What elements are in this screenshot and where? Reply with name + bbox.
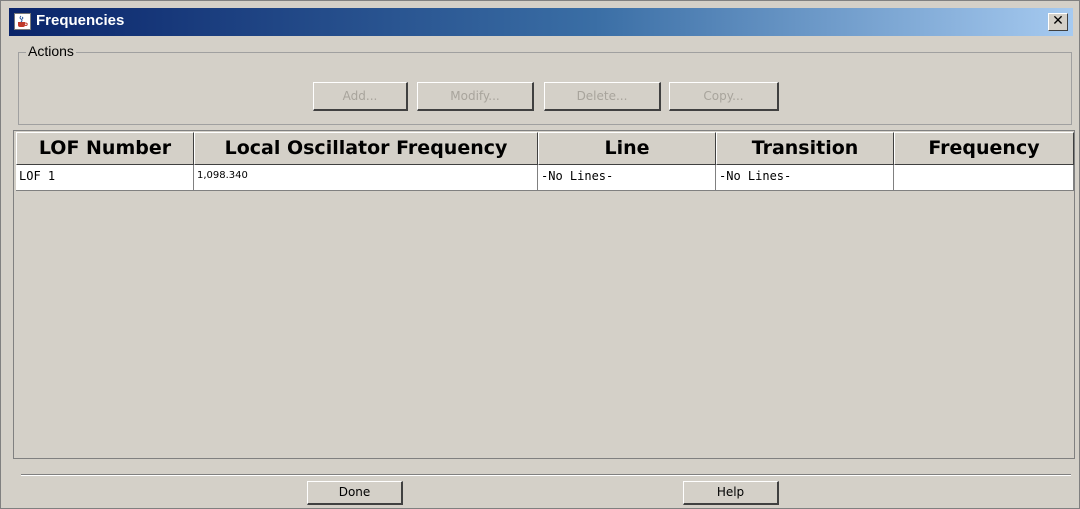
cell-transition[interactable]: -No Lines- [716, 165, 894, 191]
footer-separator [21, 474, 1071, 476]
frequencies-table[interactable]: LOF Number Local Oscillator Frequency Li… [13, 130, 1075, 459]
table-row[interactable]: LOF 1 1,098.340 -No Lines- -No Lines- [16, 165, 1074, 191]
column-header-lof-number[interactable]: LOF Number [16, 132, 194, 165]
actions-group-label: Actions [26, 43, 76, 59]
frequencies-window: Frequencies ✕ Actions Add... Modify... D… [0, 0, 1080, 509]
column-header-line[interactable]: Line [538, 132, 716, 165]
delete-button[interactable]: Delete... [544, 82, 661, 111]
java-cup-icon [14, 13, 31, 30]
close-icon: ✕ [1052, 13, 1064, 29]
column-header-frequency[interactable]: Frequency [894, 132, 1074, 165]
modify-button[interactable]: Modify... [417, 82, 534, 111]
table-header: LOF Number Local Oscillator Frequency Li… [16, 132, 1074, 165]
done-button[interactable]: Done [307, 481, 403, 505]
help-button[interactable]: Help [683, 481, 779, 505]
title-bar[interactable]: Frequencies ✕ [9, 8, 1073, 36]
copy-button[interactable]: Copy... [669, 82, 779, 111]
close-button[interactable]: ✕ [1048, 13, 1068, 31]
cell-line[interactable]: -No Lines- [538, 165, 716, 191]
cell-frequency[interactable] [894, 165, 1074, 191]
column-header-local-oscillator-frequency[interactable]: Local Oscillator Frequency [194, 132, 538, 165]
add-button[interactable]: Add... [313, 82, 408, 111]
cell-local-oscillator-frequency[interactable]: 1,098.340 [194, 165, 538, 191]
cell-lof-number[interactable]: LOF 1 [16, 165, 194, 191]
window-title: Frequencies [36, 12, 125, 29]
column-header-transition[interactable]: Transition [716, 132, 894, 165]
